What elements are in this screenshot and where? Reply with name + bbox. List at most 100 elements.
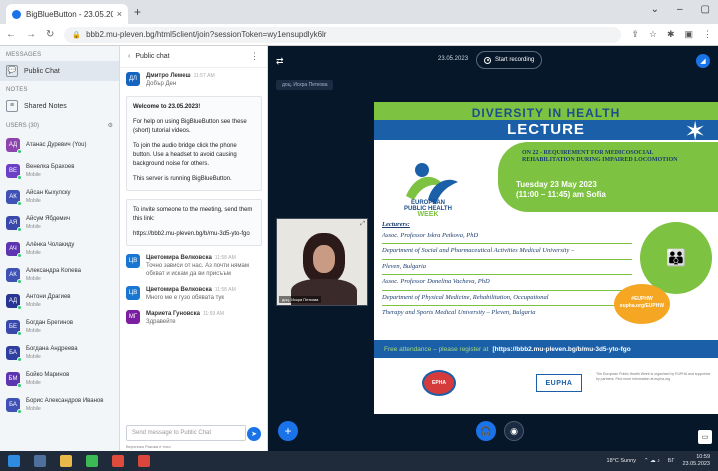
avatar: АЧ: [6, 242, 22, 258]
avatar-initials: БЕ: [9, 324, 17, 330]
message-text: Точно зависи от нас. Аз почти нямам обхв…: [146, 263, 250, 277]
tab-bar: BigBlueButton - 23.05.2023 × + ⌄ – ▢: [0, 0, 718, 24]
chat-icon: 💬: [6, 65, 18, 77]
user-name: Алёнка Чолакиду: [26, 242, 75, 248]
notes-icon: ≡: [6, 100, 18, 112]
back-icon[interactable]: ←: [6, 29, 16, 40]
user-list-item[interactable]: ВЕ Венелка Брахоев Mobile: [0, 158, 119, 184]
language-indicator[interactable]: БГ: [668, 458, 675, 464]
chat-options-icon[interactable]: ⋮: [250, 51, 259, 62]
topic-text: ON 22 - REQUIREMENT FOR MEDICOSOCIAL REH…: [522, 150, 678, 163]
avatar: АД: [6, 138, 22, 154]
chat-title[interactable]: Public chat: [135, 53, 169, 60]
user-list-item[interactable]: АД Антони Драгиев Mobile: [0, 288, 119, 314]
share-icon[interactable]: ⇪: [631, 29, 639, 40]
message-time: 11:59 AM: [202, 311, 225, 317]
lecturer-line: Department of Social and Pharmaceutical …: [382, 247, 575, 254]
menu-icon[interactable]: ⋮: [703, 29, 712, 40]
audio-text: To join the audio bridge click the phone…: [133, 143, 237, 167]
system-tray: 18°C Sunny ⌃ ☁ ♪ БГ 10:59 23.05.2023: [607, 454, 710, 467]
user-list-item[interactable]: АК Айсан Кыхулску Mobile: [0, 184, 119, 210]
user-device: Mobile: [26, 224, 41, 230]
tab-search-icon[interactable]: ⌄: [651, 4, 659, 15]
browser-tab[interactable]: BigBlueButton - 23.05.2023 ×: [6, 4, 128, 24]
close-tab-icon[interactable]: ×: [117, 9, 122, 19]
back-chevron-icon[interactable]: ‹: [128, 53, 130, 60]
new-tab-button[interactable]: +: [134, 5, 141, 19]
meeting-title: 23.05.2023: [438, 56, 469, 62]
free-attendance-text: Free attendance – please register at: [384, 345, 489, 353]
weather-text[interactable]: 18°C Sunny: [607, 458, 636, 464]
user-list-item[interactable]: АК Александра Копева Mobile: [0, 262, 119, 288]
profile-icon[interactable]: ▣: [684, 29, 693, 40]
eupha-logo: EUPHA: [536, 374, 582, 392]
reload-icon[interactable]: ↻: [46, 29, 54, 40]
eph-logo-text: EUROPEAN PUBLIC HEALTH WEEK: [392, 200, 464, 218]
start-recording-button[interactable]: Start recording: [476, 51, 543, 69]
users-settings-icon[interactable]: ⚙: [108, 122, 113, 129]
avatar: АЯ: [6, 216, 22, 232]
user-list-item[interactable]: БА Борис Александров Иванов Mobile: [0, 392, 119, 418]
status-dot-icon: [17, 409, 22, 414]
send-button[interactable]: ➤: [247, 427, 261, 441]
divider: [382, 289, 632, 291]
webcam-video[interactable]: ⤢ доц. Искра Петкова: [276, 218, 368, 306]
minimize-button[interactable]: –: [677, 4, 683, 15]
user-name: Венелка Брахоев: [26, 164, 75, 170]
avatar-initials: АК: [9, 194, 17, 200]
start-icon[interactable]: [8, 455, 20, 467]
tray-icons[interactable]: ⌃ ☁ ♪: [644, 458, 660, 464]
avatar: АК: [6, 268, 22, 284]
user-list-item[interactable]: АД Атанас Дуревич (You): [0, 132, 119, 158]
slide-subtitle: LECTURE: [507, 121, 585, 138]
extensions-icon[interactable]: ✱: [667, 29, 675, 40]
avatar: БЕ: [6, 320, 22, 336]
lecturer-line: Pleven, Bulgaria: [382, 262, 427, 270]
file-explorer-icon[interactable]: [60, 455, 72, 467]
invite-text: To invite someone to the meeting, send t…: [133, 207, 253, 222]
chat-messages: ДЛ Дмитро Лемеш 11:57 AM Добър Ден Welcom…: [120, 68, 268, 423]
messages-heading: MESSAGES: [6, 52, 42, 58]
meeting-topbar: ⇄ 23.05.2023 Start recording ◢: [268, 46, 718, 76]
typing-indicator: Вероника Ракова е тихо: [126, 444, 171, 449]
bookmark-star-icon[interactable]: ☆: [649, 29, 657, 40]
status-dot-icon: [17, 305, 22, 310]
webcam-button[interactable]: ◉: [504, 421, 524, 441]
user-list-item[interactable]: БА Богдана Андреева Mobile: [0, 340, 119, 366]
lecturer-line: Assoc. Professor Iskra Petkova, PhD: [382, 231, 479, 239]
maximize-button[interactable]: ▢: [701, 4, 710, 15]
app-icon[interactable]: [112, 455, 124, 467]
toggle-user-list-icon[interactable]: ⇄: [276, 56, 284, 67]
user-list-item[interactable]: БЕ Богдан Брегинов Mobile: [0, 314, 119, 340]
connection-status-icon[interactable]: ◢: [696, 54, 710, 68]
user-list-item[interactable]: АЧ Алёнка Чолакиду Mobile: [0, 236, 119, 262]
message-text: Добър Ден: [146, 81, 177, 87]
avatar: БА: [6, 398, 22, 414]
server-text: This server is running BigBlueButton.: [133, 176, 232, 182]
users-count-label: USERS (30): [6, 122, 40, 129]
status-dot-icon: [17, 383, 22, 388]
expand-icon[interactable]: ⤢: [360, 221, 365, 228]
forward-icon[interactable]: →: [26, 29, 36, 40]
clock[interactable]: 10:59 23.05.2023: [682, 454, 710, 467]
user-list-item[interactable]: БМ Бойко Маринов Mobile: [0, 366, 119, 392]
invite-link[interactable]: https://bbb2.mu-pleven.bg/b/mu-3d5-yto-f…: [133, 230, 255, 239]
user-name: Айсан Кыхулску: [26, 190, 71, 196]
user-list-item[interactable]: АЯ Айсум Ябдемич Mobile: [0, 210, 119, 236]
public-chat-item[interactable]: 💬 Public Chat: [0, 61, 119, 81]
shared-notes-item[interactable]: ≡ Shared Notes: [0, 96, 119, 116]
invite-message: To invite someone to the meeting, send t…: [126, 199, 262, 246]
taskview-icon[interactable]: [34, 455, 46, 467]
avatar-initials: БА: [9, 402, 17, 408]
status-dot-icon: [17, 331, 22, 336]
audio-headphones-button[interactable]: 🎧: [476, 421, 496, 441]
status-dot-icon: [17, 149, 22, 154]
user-device: Mobile: [26, 276, 41, 282]
actions-plus-button[interactable]: +: [278, 421, 298, 441]
url-input[interactable]: 🔒 bbb2.mu-pleven.bg/html5client/join?ses…: [64, 26, 622, 43]
chat-message-input[interactable]: Send message to Public Chat: [126, 425, 246, 441]
minimize-presentation-button[interactable]: ▭: [698, 430, 712, 444]
chrome-icon[interactable]: [86, 455, 98, 467]
avatar-initials: ВЕ: [8, 168, 17, 174]
app-icon[interactable]: [138, 455, 150, 467]
